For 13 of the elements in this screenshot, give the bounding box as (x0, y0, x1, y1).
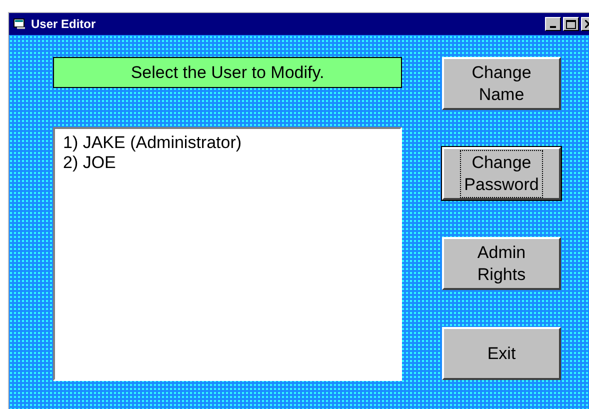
maximize-icon (566, 20, 576, 28)
command-button[interactable]: Admin Rights (442, 237, 561, 290)
window-title: User Editor (31, 17, 97, 31)
command-button[interactable]: Exit (442, 327, 561, 380)
command-button[interactable]: Change Name (442, 57, 561, 110)
maximize-button[interactable] (563, 17, 579, 31)
user-list-item[interactable]: 2) JOE (63, 153, 116, 173)
command-button[interactable]: Change Password (442, 147, 561, 200)
window-icon (13, 18, 27, 30)
user-list[interactable]: 1) JAKE (Administrator) 2) JOE (53, 127, 402, 381)
prompt-label: Select the User to Modify. (53, 57, 402, 88)
user-list-item[interactable]: 1) JAKE (Administrator) (63, 133, 242, 153)
minimize-button[interactable] (545, 17, 561, 31)
